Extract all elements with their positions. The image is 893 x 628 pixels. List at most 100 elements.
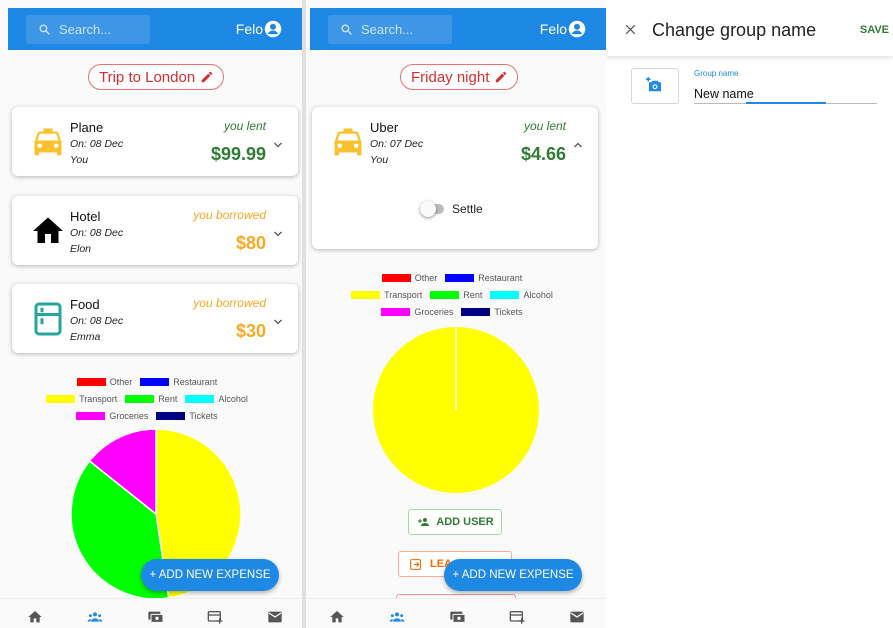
expense-title: Plane xyxy=(70,120,104,135)
add-card-icon[interactable] xyxy=(206,609,224,625)
legend-item[interactable]: Groceries xyxy=(381,307,453,317)
legend-swatch xyxy=(140,378,170,386)
group-name-label: Group name xyxy=(694,69,739,78)
toggle-knob xyxy=(420,201,436,217)
legend-row: Other Restaurant xyxy=(306,273,606,283)
legend-label: Other xyxy=(414,273,438,283)
home-icon xyxy=(33,217,63,243)
expense-relation: you lent xyxy=(523,119,566,133)
legend-item[interactable]: Transport xyxy=(351,290,422,300)
search-input[interactable]: Search... xyxy=(26,14,150,44)
legend-item[interactable]: Transport xyxy=(46,394,117,404)
legend-label: Tickets xyxy=(189,411,218,421)
app-bar: Search... Felo xyxy=(310,8,606,50)
payments-icon[interactable] xyxy=(146,609,164,625)
taxi-icon xyxy=(334,128,362,156)
legend-item[interactable]: Tickets xyxy=(156,411,218,421)
home-icon[interactable] xyxy=(26,609,44,625)
legend-item[interactable]: Restaurant xyxy=(140,377,217,387)
close-icon[interactable] xyxy=(624,23,637,36)
home-icon[interactable] xyxy=(328,609,346,625)
expense-relation: you borrowed xyxy=(193,296,266,310)
bottom-navigation xyxy=(0,598,302,628)
legend-label: Restaurant xyxy=(478,273,523,283)
groups-icon[interactable] xyxy=(388,609,406,625)
legend-swatch xyxy=(351,291,381,299)
legend-label: Restaurant xyxy=(173,377,218,387)
save-button[interactable]: SAVE xyxy=(860,24,889,36)
legend-row: Other Restaurant xyxy=(0,377,302,387)
expense-date: On: 08 Dec xyxy=(70,138,124,150)
group-name-chip[interactable]: Trip to London xyxy=(88,64,225,90)
legend-item[interactable]: Other xyxy=(381,273,438,283)
legend-item[interactable]: Rent xyxy=(430,290,482,300)
add-user-label: ADD USER xyxy=(436,516,494,528)
search-input[interactable]: Search... xyxy=(328,14,452,44)
legend-label: Tickets xyxy=(494,307,523,317)
legend-swatch xyxy=(185,395,215,403)
legend-label: Groceries xyxy=(414,307,454,317)
settle-label: Settle xyxy=(452,202,483,216)
add-expense-button[interactable]: + ADD NEW EXPENSE xyxy=(141,559,279,591)
legend-item[interactable]: Other xyxy=(76,377,132,387)
legend-swatch xyxy=(381,274,411,282)
expense-card[interactable]: Plane On: 08 Dec You you lent $99.99 xyxy=(12,107,298,176)
legend-swatch xyxy=(445,274,475,282)
change-photo-button[interactable] xyxy=(631,68,679,104)
user-menu[interactable]: Felo xyxy=(236,20,282,38)
legend-item[interactable]: Rent xyxy=(125,394,177,404)
legend-swatch xyxy=(156,412,186,420)
legend-label: Groceries xyxy=(109,411,149,421)
legend-item[interactable]: Alcohol xyxy=(185,394,248,404)
group-screen-trip: Search... Felo Trip to London Plane On: … xyxy=(0,0,302,628)
expense-amount: $80 xyxy=(235,233,266,253)
settle-toggle[interactable] xyxy=(420,201,444,217)
mail-icon[interactable] xyxy=(568,609,586,625)
app-bar: Search... Felo xyxy=(8,8,302,50)
group-name-chip[interactable]: Friday night xyxy=(400,64,519,90)
legend-swatch xyxy=(125,395,155,403)
group-name-input[interactable] xyxy=(694,84,877,104)
add-expense-button[interactable]: + ADD NEW EXPENSE xyxy=(444,559,582,591)
search-placeholder: Search... xyxy=(361,21,414,37)
legend-swatch xyxy=(381,308,411,316)
expense-card[interactable]: Food On: 08 Dec Emma you borrowed $30 xyxy=(12,284,298,353)
add-user-button[interactable]: ADD USER xyxy=(408,509,502,535)
legend-label: Alcohol xyxy=(218,394,248,404)
expense-date: On: 07 Dec xyxy=(370,138,424,150)
exit-icon xyxy=(410,558,421,570)
input-focus-underline xyxy=(746,102,826,104)
account-icon xyxy=(264,20,282,38)
expense-title: Hotel xyxy=(70,209,101,224)
chevron-up-icon[interactable] xyxy=(572,139,584,151)
user-menu[interactable]: Felo xyxy=(540,20,586,38)
add-card-icon[interactable] xyxy=(508,609,526,625)
legend-swatch xyxy=(490,291,520,299)
add-photo-icon xyxy=(646,77,661,92)
expense-amount: $4.66 xyxy=(520,144,566,164)
legend-item[interactable]: Tickets xyxy=(461,307,523,317)
chevron-down-icon[interactable] xyxy=(272,139,284,151)
expense-card[interactable]: Hotel On: 08 Dec Elon you borrowed $80 xyxy=(12,196,298,265)
legend-item[interactable]: Alcohol xyxy=(490,290,553,300)
legend-swatch xyxy=(76,412,106,420)
legend-item[interactable]: Groceries xyxy=(76,411,148,421)
edit-icon xyxy=(496,71,507,83)
account-icon xyxy=(568,20,586,38)
search-icon xyxy=(39,23,50,35)
legend-swatch xyxy=(46,395,76,403)
legend-swatch xyxy=(430,291,460,299)
mail-icon[interactable] xyxy=(266,609,284,625)
expense-card-expanded[interactable]: Uber On: 07 Dec You you lent $4.66 Settl… xyxy=(312,107,598,249)
bottom-navigation xyxy=(306,598,606,628)
legend-item[interactable]: Restaurant xyxy=(445,273,522,283)
fridge-icon xyxy=(34,302,62,336)
chevron-down-icon[interactable] xyxy=(272,228,284,240)
legend-label: Rent xyxy=(463,290,483,300)
legend-label: Alcohol xyxy=(523,290,553,300)
chevron-down-icon[interactable] xyxy=(272,316,284,328)
user-name: Felo xyxy=(235,21,263,37)
groups-icon[interactable] xyxy=(86,609,104,625)
payments-icon[interactable] xyxy=(448,609,466,625)
expense-payer: Elon xyxy=(70,243,92,255)
